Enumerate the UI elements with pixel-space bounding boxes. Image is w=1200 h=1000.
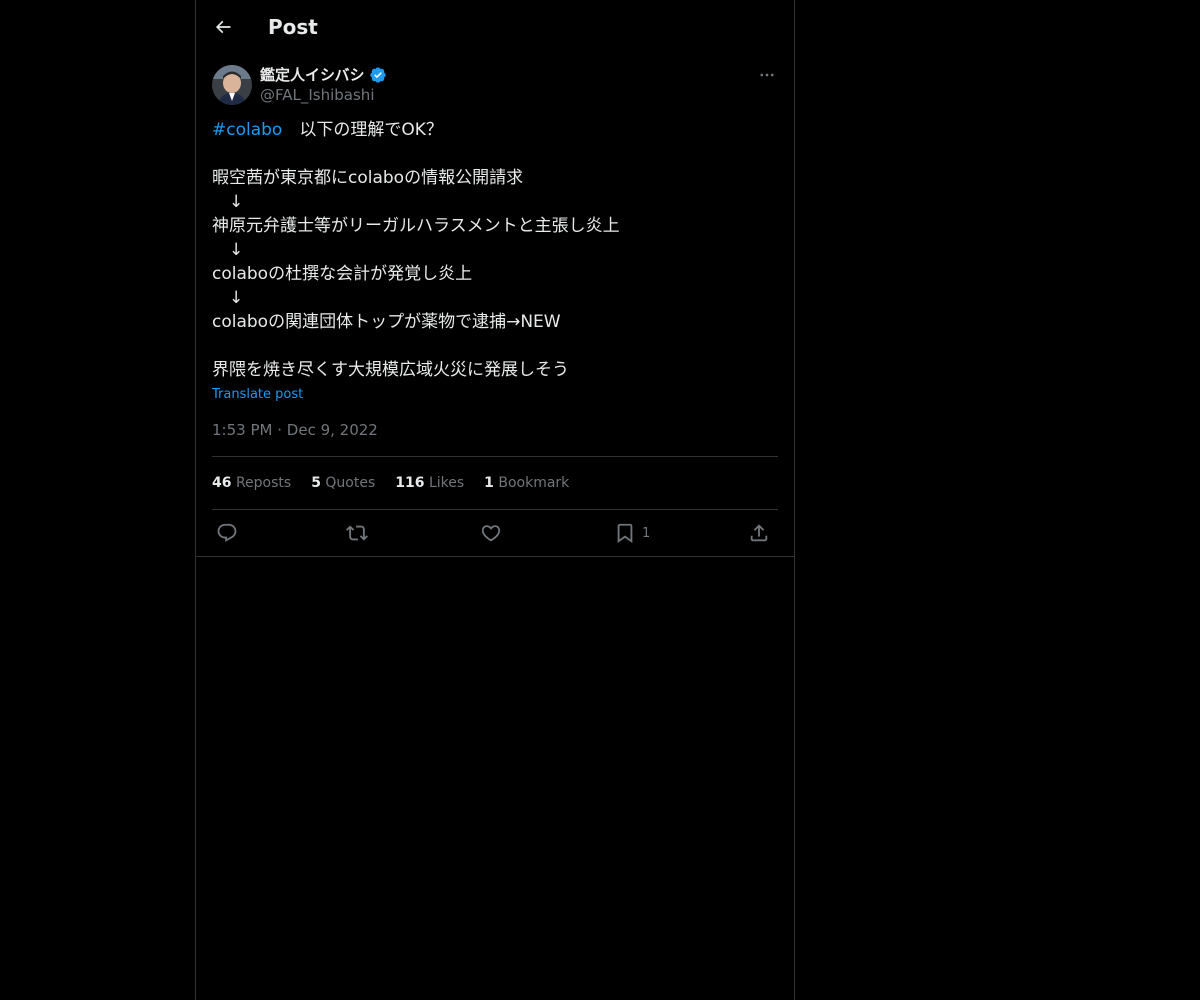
post-actions: 1 [212,520,778,546]
arrow-left-icon [215,20,231,34]
post-line: colaboの杜撰な会計が発覚し炎上 [212,264,473,284]
back-button[interactable] [208,12,238,42]
bookmarks-stat[interactable]: 1 Bookmark [484,472,569,494]
share-button[interactable] [748,520,770,546]
divider [196,556,794,557]
more-options-button[interactable] [756,64,778,86]
post-date: Dec 9, 2022 [286,421,378,439]
post-line: ↓ [212,192,244,212]
reposts-count: 46 [212,475,232,491]
timestamp-separator: · [277,421,283,439]
avatar-image [212,65,252,105]
more-dots-icon [760,73,774,77]
post-timestamp[interactable]: 1:53 PM · Dec 9, 2022 [212,420,378,440]
verified-badge-icon[interactable] [369,66,387,84]
post-line: ↓ [212,288,244,308]
reply-icon [217,523,237,542]
hashtag-link[interactable]: #colabo [212,120,282,140]
reposts-label: Reposts [235,475,292,491]
post-line: colaboの関連団体トップが薬物で逮捕→NEW [212,312,561,332]
engagement-stats: 46 Reposts 5 Quotes 116 Likes 1 Bookmark [212,472,569,494]
share-icon [750,524,768,542]
repost-icon [346,525,368,541]
quotes-label: Quotes [325,475,376,491]
bookmark-button[interactable]: 1 [614,520,650,546]
post-time: 1:53 PM [212,421,273,439]
likes-stat[interactable]: 116 Likes [395,472,464,494]
bookmark-count: 1 [642,525,651,541]
author-name[interactable]: 鑑定人イシバシ [260,64,387,86]
avatar[interactable] [212,65,252,105]
author-display-name: 鑑定人イシバシ [260,66,365,84]
post-text: #colabo 以下の理解でOK？ 暇空茜が東京都にcolaboの情報公開請求 … [212,118,778,382]
repost-button[interactable] [346,520,368,546]
author-handle[interactable]: @FAL_Ishibashi [260,85,375,105]
quotes-count: 5 [311,475,321,491]
quotes-stat[interactable]: 5 Quotes [311,472,375,494]
bookmarks-count: 1 [484,475,494,491]
likes-label: Likes [428,475,465,491]
bookmarks-label: Bookmark [498,475,570,491]
heart-icon [481,525,501,542]
likes-count: 116 [395,475,425,491]
reply-button[interactable] [216,520,238,546]
divider [212,509,778,510]
post-line: ↓ [212,240,244,260]
page-title: Post [268,15,318,39]
post-column: Post 鑑定人イシバシ @FAL_Ishibashi #colabo 以下の理… [195,0,795,1000]
divider [212,456,778,457]
post-line: 暇空茜が東京都にcolaboの情報公開請求 [212,168,524,188]
post-line: 神原元弁護士等がリーガルハラスメントと主張し炎上 [212,216,620,236]
post-first-line: 以下の理解でOK？ [282,120,443,140]
like-button[interactable] [480,520,502,546]
reposts-stat[interactable]: 46 Reposts [212,472,291,494]
post-header: Post [196,0,794,54]
bookmark-icon [617,523,633,544]
post-line: 界隈を焼き尽くす大規模広域火災に発展しそう [212,360,569,380]
translate-post-link[interactable]: Translate post [212,385,303,405]
